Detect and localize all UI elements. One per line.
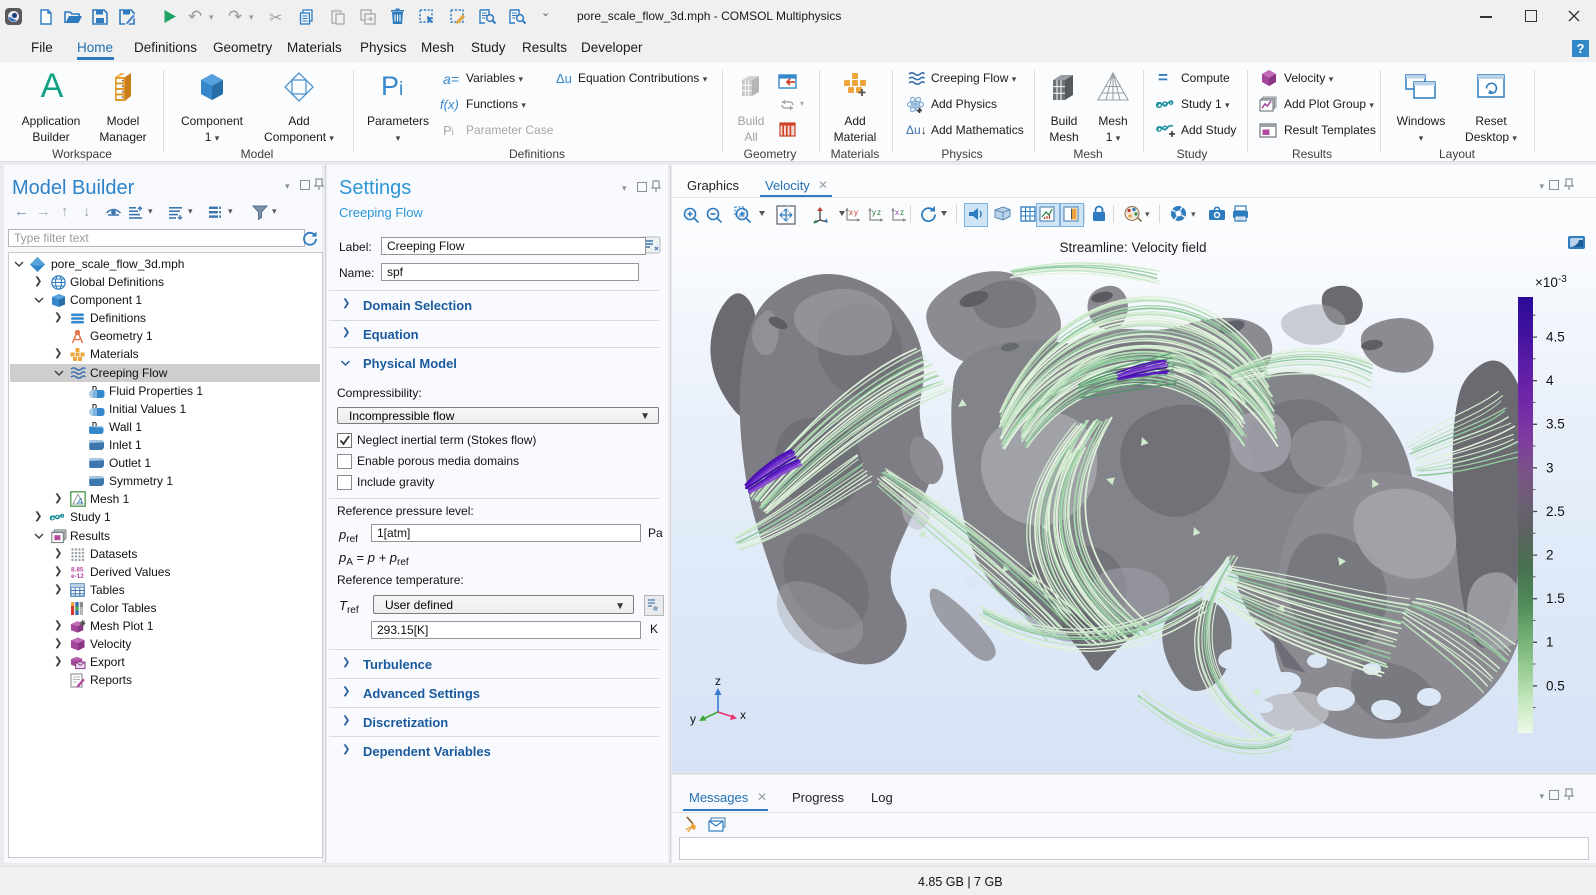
- svg-text:3.5: 3.5: [1546, 417, 1565, 432]
- svg-text:x: x: [740, 708, 746, 722]
- svg-text:y: y: [690, 712, 696, 726]
- svg-text:A: A: [76, 497, 83, 507]
- svg-text:x: x: [849, 208, 853, 217]
- svg-text:z: z: [877, 208, 881, 217]
- svg-text:1.5: 1.5: [1546, 591, 1565, 606]
- svg-text:0.5: 0.5: [1546, 678, 1565, 693]
- svg-text:2.5: 2.5: [1546, 504, 1565, 519]
- svg-text:2: 2: [1546, 548, 1554, 563]
- svg-text:4.5: 4.5: [1546, 330, 1565, 345]
- svg-text:3: 3: [1546, 460, 1554, 475]
- svg-text:z: z: [715, 674, 721, 688]
- svg-text:Streamline: Velocity field: Streamline: Velocity field: [1059, 240, 1206, 255]
- svg-text:1: 1: [1546, 635, 1554, 650]
- svg-text:z: z: [900, 208, 904, 217]
- svg-text:4: 4: [1546, 373, 1554, 388]
- svg-text:x: x: [895, 208, 899, 217]
- svg-text:y: y: [872, 208, 876, 217]
- svg-text:e-12: e-12: [71, 573, 84, 579]
- svg-text:y: y: [854, 208, 858, 217]
